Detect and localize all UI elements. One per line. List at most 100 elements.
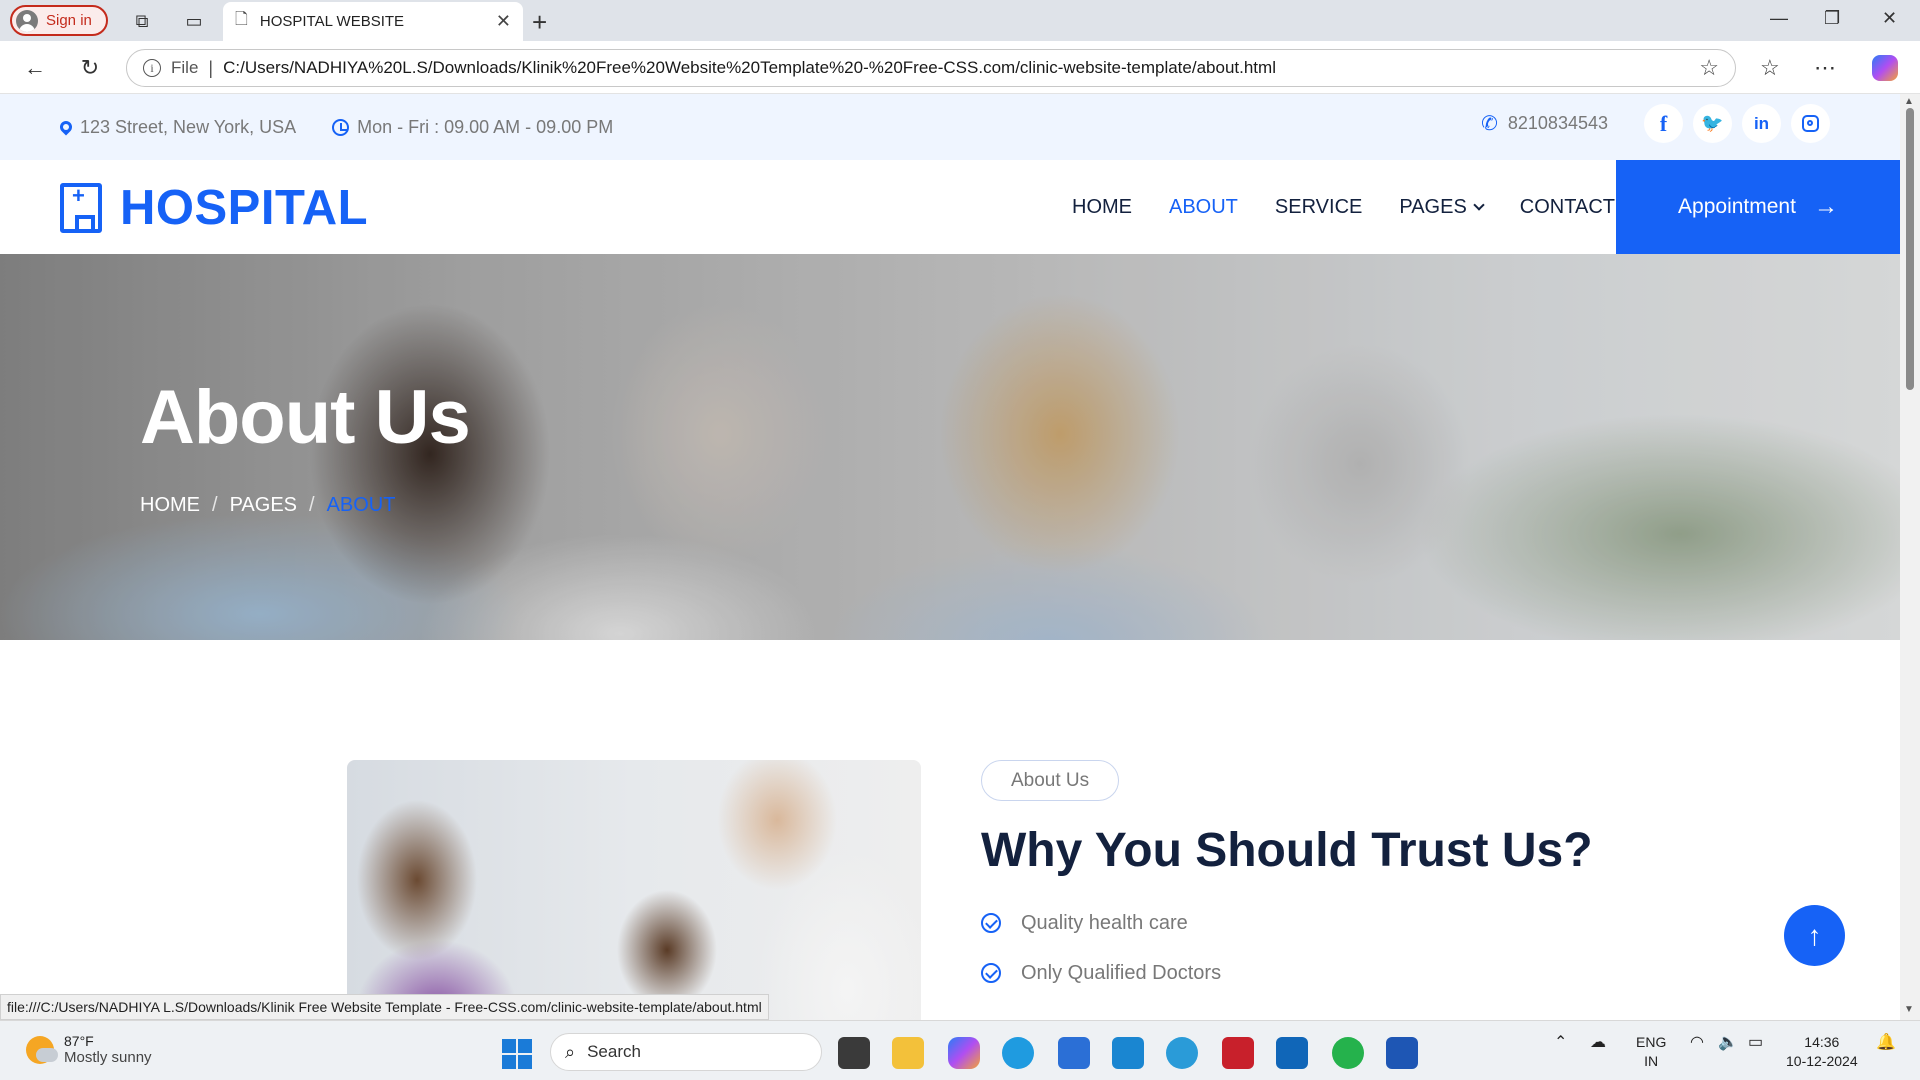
volume-icon[interactable]: 🔈 [1718,1033,1738,1052]
weather-widget[interactable]: 87°F Mostly sunny [26,1033,152,1066]
nav-pages[interactable]: PAGES [1399,196,1485,219]
back-to-top-button[interactable]: ↑ [1784,905,1845,966]
list-item: Quality health care [981,898,1221,948]
hours-info: Mon - Fri : 09.00 AM - 09.00 PM [332,117,613,138]
close-tab-icon[interactable]: ✕ [496,11,511,32]
battery-icon[interactable]: ▭ [1748,1033,1763,1052]
language-code: ENG [1636,1034,1667,1050]
about-section: About Us Why You Should Trust Us? Qualit… [0,640,1900,1020]
new-tab-icon[interactable]: + [532,7,547,38]
refresh-icon[interactable]: ↻ [75,53,105,83]
favorite-star-icon[interactable]: ☆ [1699,55,1719,81]
favorites-icon[interactable]: ☆ [1760,55,1780,81]
partly-sunny-icon [26,1035,58,1064]
hospital-building-icon [60,183,102,233]
brand-logo[interactable]: HOSPITAL [60,180,368,236]
help-icon[interactable] [1166,1037,1198,1069]
show-hidden-icons-chevron-up-icon[interactable]: ⌃ [1554,1033,1567,1052]
tab-actions-icon[interactable]: ▭ [182,9,206,33]
notifications-icon[interactable]: 🔔 [1876,1033,1896,1052]
whatsapp-icon[interactable] [1332,1037,1364,1069]
clock-display[interactable]: 14:36 10-12-2024 [1786,1033,1858,1071]
wifi-icon[interactable]: ◠ [1690,1033,1704,1052]
sign-in-button[interactable]: Sign in [10,5,108,36]
nav-about[interactable]: ABOUT [1169,196,1238,219]
task-view-icon[interactable] [838,1037,870,1069]
info-icon[interactable]: i [143,59,161,77]
linkedin-icon[interactable]: in [1742,104,1781,143]
clock-time: 14:36 [1804,1034,1840,1050]
check-circle-icon [981,963,1001,983]
sign-in-label: Sign in [46,12,92,29]
clock-date: 10-12-2024 [1786,1053,1858,1069]
clock-icon [332,118,350,136]
list-item: Only Qualified Doctors [981,948,1221,998]
breadcrumb-current: ABOUT [326,494,396,516]
scroll-down-icon[interactable]: ▼ [1904,1004,1914,1015]
arrow-up-icon: ↑ [1807,919,1822,951]
chevron-down-icon [1473,199,1485,211]
taskbar-search[interactable]: ⌕ Search [550,1033,822,1071]
word-icon[interactable] [1386,1037,1418,1069]
nav-menu: HOME ABOUT SERVICE PAGES CONTACT [1072,160,1615,254]
website-viewport: 123 Street, New York, USA Mon - Fri : 09… [0,94,1900,1020]
section-badge: About Us [981,760,1120,801]
browser-tab-bar: Sign in ⧉ ▭ 🗋 HOSPITAL WEBSITE ✕ + — ❐ ✕ [0,0,1920,41]
microsoft-store-icon[interactable] [1058,1037,1090,1069]
close-window-icon[interactable]: ✕ [1882,8,1897,29]
facebook-icon[interactable]: f [1644,104,1683,143]
scrollbar-thumb[interactable] [1906,108,1914,390]
back-arrow-icon[interactable]: ← [20,53,50,83]
appointment-label: Appointment [1678,195,1796,218]
breadcrumb-pages[interactable]: PAGES [230,494,297,517]
windows-taskbar: 87°F Mostly sunny ⌕ Search ⌃ ☁ ENG IN ◠ … [0,1020,1920,1080]
search-icon: ⌕ [565,1041,576,1062]
nav-service[interactable]: SERVICE [1275,196,1362,219]
breadcrumb-home[interactable]: HOME [140,494,200,517]
url-text[interactable]: C:/Users/NADHIYA%20L.S/Downloads/Klinik%… [223,58,1689,78]
breadcrumb-separator: / [212,494,218,516]
scroll-up-icon[interactable]: ▲ [1904,96,1914,107]
nav-home[interactable]: HOME [1072,196,1132,219]
mcafee-icon[interactable] [1222,1037,1254,1069]
minimize-icon[interactable]: — [1770,8,1788,29]
restore-icon[interactable]: ❐ [1824,8,1840,29]
trust-points-list: Quality health care Only Qualified Docto… [981,898,1221,998]
breadcrumb-separator: / [309,494,315,516]
windows-start-icon[interactable] [502,1039,532,1069]
copilot-app-icon[interactable] [948,1037,980,1069]
address-info: 123 Street, New York, USA [57,117,296,138]
onedrive-offline-icon[interactable]: ☁ [1590,1033,1606,1052]
vertical-scrollbar[interactable]: ▲ ▼ [1900,94,1920,1020]
more-options-icon[interactable]: ⋯ [1814,55,1836,81]
search-label: Search [587,1042,641,1061]
edge-browser-icon[interactable] [1002,1037,1034,1069]
phone-text: 8210834543 [1507,113,1608,133]
top-info-bar: 123 Street, New York, USA Mon - Fri : 09… [0,94,1900,160]
address-bar[interactable]: i File | C:/Users/NADHIYA%20L.S/Download… [126,49,1736,87]
instagram-icon[interactable] [1791,104,1830,143]
arrow-right-icon: → [1813,193,1838,220]
address-bar-row: ← ↻ i File | C:/Users/NADHIYA%20L.S/Down… [0,41,1920,94]
copilot-icon[interactable] [1872,55,1898,81]
myhp-icon[interactable] [1112,1037,1144,1069]
language-indicator[interactable]: ENG IN [1636,1033,1666,1071]
check-circle-icon [981,913,1001,933]
nav-contact[interactable]: CONTACT [1520,196,1615,219]
page-icon: 🗋 [235,11,248,28]
breadcrumb: HOME / PAGES / ABOUT [140,494,395,517]
main-navbar: HOSPITAL HOME ABOUT SERVICE PAGES CONTAC… [0,160,1900,254]
phone-info: ✆ 8210834543 [1481,111,1608,136]
hero-banner: About Us HOME / PAGES / ABOUT [0,254,1900,640]
page-title: About Us [140,375,471,460]
phone-icon: ✆ [1481,113,1498,135]
outlook-icon[interactable] [1276,1037,1308,1069]
workspaces-icon[interactable]: ⧉ [130,9,154,33]
location-pin-icon [57,118,75,136]
scheme-label: File [171,58,199,77]
list-item-label: Only Qualified Doctors [1021,961,1222,984]
file-explorer-icon[interactable] [892,1037,924,1069]
appointment-button[interactable]: Appointment → [1616,160,1900,254]
tab-hospital-website[interactable]: 🗋 HOSPITAL WEBSITE ✕ [223,2,523,41]
twitter-icon[interactable]: 🐦 [1693,104,1732,143]
